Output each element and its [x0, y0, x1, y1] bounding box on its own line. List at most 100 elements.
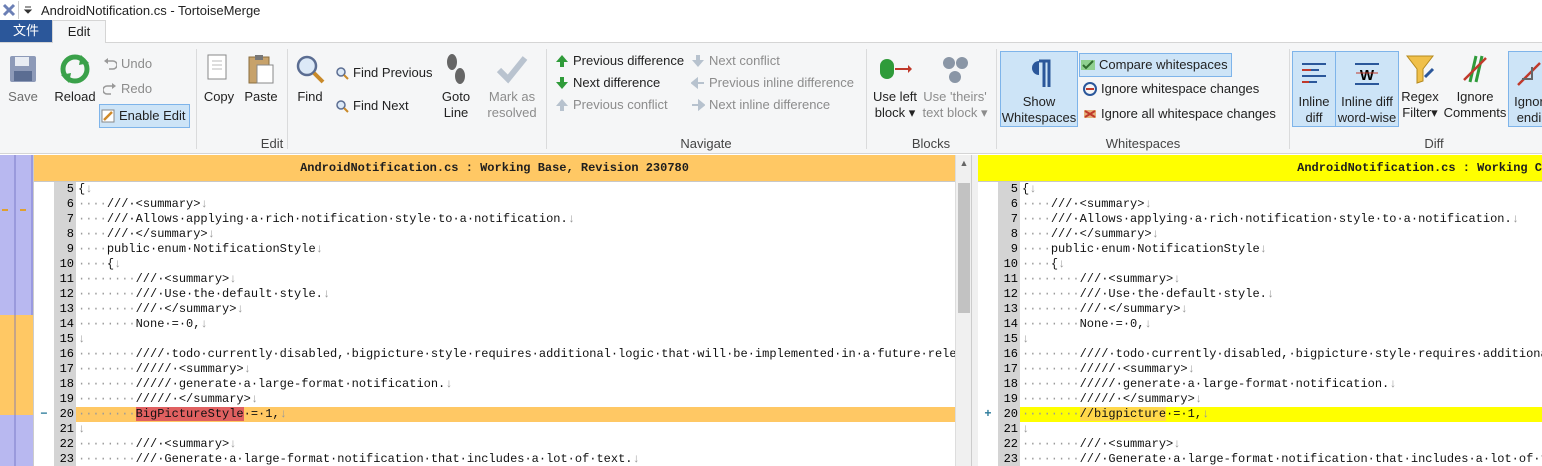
code-text: ·=·1,: [1166, 407, 1203, 421]
reload-button[interactable]: Reload: [53, 47, 97, 105]
line-number: 16: [54, 347, 76, 362]
right-diff-pane[interactable]: AndroidNotification.cs : Working C 5 {↓ 6 ·…: [978, 155, 1542, 466]
dropdown-arrow-icon[interactable]: ▾: [981, 105, 988, 120]
inline-diff-word-wise-button[interactable]: W Inline diff word-wise: [1335, 51, 1399, 127]
code-text: ········None·=·0,↓: [1020, 317, 1542, 332]
code-text: ········None·=·0,↓: [76, 317, 955, 332]
next-difference-button[interactable]: Next difference: [554, 72, 660, 94]
next-conflict-button[interactable]: Next conflict: [690, 50, 780, 72]
left-diff-pane[interactable]: AndroidNotification.cs : Working Base, R…: [34, 155, 955, 466]
code-text: ········///·Use·the·default·style.↓: [1020, 287, 1542, 302]
line-number: 5: [998, 182, 1020, 197]
tab-edit[interactable]: Edit: [52, 20, 106, 43]
line-change-marker: [34, 317, 54, 332]
whitespaces-group: Show Whitespaces Compare whitespaces Ign…: [998, 43, 1288, 153]
save-button[interactable]: Save: [3, 47, 43, 105]
pencil-icon: [100, 108, 116, 124]
scroll-up-icon[interactable]: ▲: [956, 155, 972, 171]
mark-as-resolved-button[interactable]: Mark as resolved: [484, 47, 540, 121]
redo-button[interactable]: Redo: [102, 78, 152, 100]
code-text: {↓: [1020, 182, 1542, 197]
separator: [287, 49, 288, 149]
whitespace-dots: ········: [1022, 452, 1080, 466]
find-button[interactable]: Find: [292, 47, 328, 105]
whitespace-dots: ····: [1022, 197, 1051, 211]
quick-access-dropdown-icon[interactable]: [18, 1, 37, 19]
line-change-marker: [34, 332, 54, 347]
line-number: 6: [998, 197, 1020, 212]
code-text: {: [1050, 257, 1059, 271]
line-number: 12: [54, 287, 76, 302]
blocks-group-label: Blocks: [911, 136, 951, 151]
dropdown-arrow-icon[interactable]: ▾: [1431, 105, 1438, 120]
code-text: {↓: [76, 182, 955, 197]
goto-line-button[interactable]: Goto Line: [436, 47, 476, 121]
tab-file[interactable]: 文件: [0, 20, 52, 42]
line-ending-icon: ↓: [1389, 377, 1397, 391]
next-inline-difference-button[interactable]: Next inline difference: [690, 94, 830, 116]
line-change-marker: [978, 257, 998, 272]
whitespace-dots: ····: [78, 197, 107, 211]
ignore-line-endings-button[interactable]: Ignor endi: [1508, 51, 1542, 127]
code-line: 15 ↓: [34, 332, 955, 347]
code-line: 12 ········///·Use·the·default·style.↓: [34, 287, 955, 302]
window-title: AndroidNotification.cs - TortoiseMerge: [41, 2, 261, 18]
whitespace-dots: ····: [78, 257, 107, 271]
line-change-marker: [34, 272, 54, 287]
use-theirs-block-button[interactable]: Use 'theirs' text block ▾: [920, 47, 990, 121]
find-next-button[interactable]: Find Next: [334, 95, 409, 117]
undo-button[interactable]: Undo: [102, 53, 152, 75]
whitespace-dots: ········: [78, 287, 136, 301]
copy-button[interactable]: Copy: [200, 47, 238, 105]
dropdown-arrow-icon[interactable]: ▾: [909, 105, 916, 120]
code-text: ///·Allows·applying·a·rich·notification·…: [106, 212, 568, 226]
line-change-marker: [34, 197, 54, 212]
find-previous-button[interactable]: Find Previous: [334, 62, 432, 84]
line-number: 7: [998, 212, 1020, 227]
use-left-block-button[interactable]: Use left block ▾: [870, 47, 920, 121]
funnel-icon: [1403, 51, 1437, 87]
code-text: ········///·Generate·a·large-format·noti…: [76, 452, 955, 466]
previous-conflict-button[interactable]: Previous conflict: [554, 94, 668, 116]
whitespace-dots: ········: [78, 362, 136, 376]
code-text: ///·<summary>: [1079, 272, 1174, 286]
regex-filter-button[interactable]: Regex Filter▾: [1399, 47, 1441, 121]
code-text: ////·todo·currently·disabled,·bigpicture…: [1079, 347, 1542, 361]
line-number: 13: [998, 302, 1020, 317]
code-text: ····///·</summary>↓: [1020, 227, 1542, 242]
code-text: ········///·<summary>↓: [76, 272, 955, 287]
ignore-all-whitespace-changes-option[interactable]: Ignore all whitespace changes: [1082, 103, 1276, 125]
inline-diff-button[interactable]: Inline diff: [1292, 51, 1336, 127]
ignore-comments-button[interactable]: Ignore Comments: [1443, 47, 1507, 121]
redo-icon: [102, 81, 118, 97]
whitespace-dots: ········: [78, 407, 136, 421]
code-text: ///·Generate·a·large-format·notification…: [1079, 452, 1542, 466]
line-number: 8: [998, 227, 1020, 242]
location-bar[interactable]: [0, 155, 34, 466]
previous-inline-difference-button[interactable]: Previous inline difference: [690, 72, 854, 94]
line-change-marker: [34, 422, 54, 437]
line-change-marker: [34, 392, 54, 407]
left-vertical-scrollbar[interactable]: ▲: [955, 155, 972, 466]
scrollbar-thumb[interactable]: [958, 183, 970, 313]
compare-whitespaces-option[interactable]: Compare whitespaces: [1079, 53, 1232, 77]
code-text: ········///·Generate·a·large-format·noti…: [1020, 452, 1542, 466]
line-number: 20: [998, 407, 1020, 422]
code-text: ///·<summary>: [1079, 437, 1174, 451]
code-line: +20 ········//bigpicture·=·1,↓: [978, 407, 1542, 422]
ignore-whitespace-changes-option[interactable]: Ignore whitespace changes: [1082, 78, 1259, 100]
right-pane-header: AndroidNotification.cs : Working C: [978, 155, 1542, 182]
compare-whitespace-icon: [1080, 57, 1096, 73]
code-line: 6 ····///·<summary>↓: [978, 197, 1542, 212]
enable-edit-button[interactable]: Enable Edit: [99, 104, 190, 128]
code-text: public·enum·NotificationStyle: [106, 242, 316, 256]
line-number: 14: [54, 317, 76, 332]
previous-difference-button[interactable]: Previous difference: [554, 50, 684, 72]
app-icon[interactable]: [0, 1, 18, 19]
whitespace-dots: ····: [1022, 227, 1051, 241]
line-change-marker: [978, 227, 998, 242]
code-text: ····public·enum·NotificationStyle↓: [1020, 242, 1542, 257]
whitespace-dots: ····: [1022, 242, 1051, 256]
paste-button[interactable]: Paste: [241, 47, 281, 105]
show-whitespaces-button[interactable]: Show Whitespaces: [1000, 51, 1078, 127]
